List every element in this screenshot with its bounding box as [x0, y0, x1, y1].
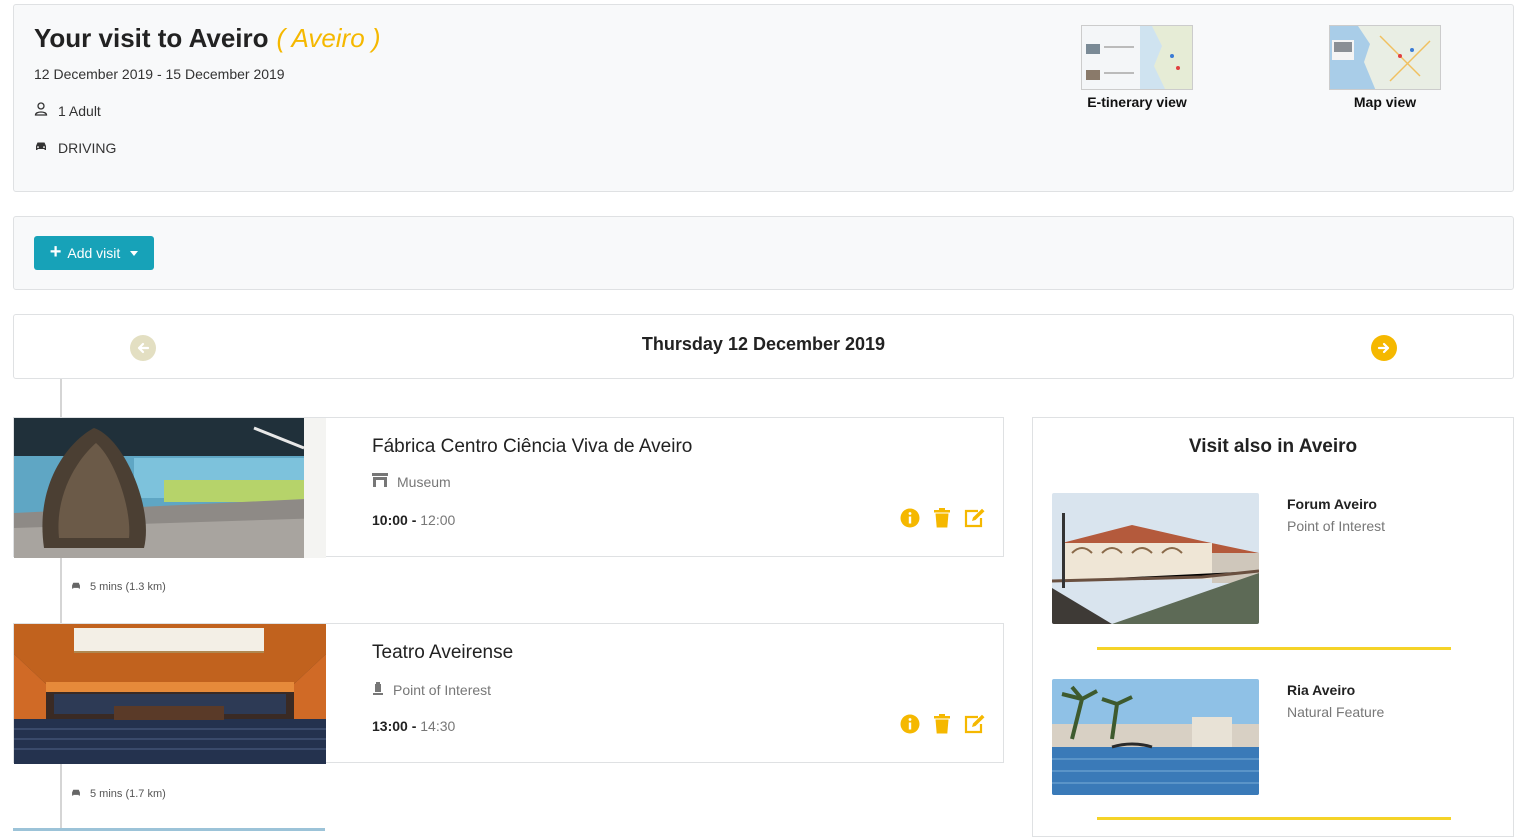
divider — [1097, 817, 1451, 820]
edit-icon[interactable] — [963, 507, 985, 529]
time-separator: - — [411, 718, 421, 734]
visit-name: Teatro Aveirense — [372, 642, 514, 663]
visit-actions — [899, 713, 985, 735]
map-thumbnail-icon — [1329, 25, 1441, 90]
visit-start-time: 10:00 — [372, 512, 408, 528]
day-title: Thursday 12 December 2019 — [641, 334, 886, 354]
plus-icon: + — [49, 241, 62, 263]
add-visit-label: Add visit — [67, 245, 121, 261]
visit-time: 10:00 - 12:00 — [372, 512, 455, 528]
info-icon[interactable] — [899, 713, 921, 735]
map-view-label: Map view — [1353, 94, 1417, 110]
suggestion-type: Natural Feature — [1287, 704, 1385, 720]
visit-start-time: 13:00 — [372, 718, 408, 734]
suggestions-panel: Visit also in Aveiro Forum Aveiro Point … — [1032, 417, 1514, 837]
visit-name: Fábrica Centro Ciência Viva de Aveiro — [372, 436, 693, 457]
edit-icon[interactable] — [963, 713, 985, 735]
point-of-interest-icon — [372, 681, 384, 698]
suggestion-photo — [1052, 679, 1259, 795]
page-title: Your visit to Aveiro( Aveiro ) — [34, 23, 381, 54]
info-icon[interactable] — [899, 507, 921, 529]
time-separator: - — [411, 512, 421, 528]
etinerary-view-link[interactable]: E-tinerary view — [1080, 25, 1194, 110]
suggestions-title: Visit also in Aveiro — [1188, 436, 1358, 457]
visit-actions — [899, 507, 985, 529]
suggestion-item[interactable]: Ria Aveiro Natural Feature — [1052, 679, 1492, 829]
etinerary-thumbnail-icon — [1081, 25, 1193, 90]
travel-info: 5 mins (1.3 km) — [70, 580, 166, 594]
visit-card[interactable]: Teatro Aveirense Point of Interest 13:00… — [13, 623, 1004, 764]
suggestion-item[interactable]: Forum Aveiro Point of Interest — [1052, 493, 1492, 643]
next-day-button[interactable] — [1371, 335, 1397, 361]
suggestion-photo — [1052, 493, 1259, 624]
visit-type-label: Point of Interest — [393, 681, 492, 698]
car-icon — [34, 139, 48, 156]
suggestion-name: Ria Aveiro — [1287, 682, 1356, 698]
car-icon — [70, 787, 82, 801]
travellers-label: 1 Adult — [58, 102, 101, 119]
trip-dates: 12 December 2019 - 15 December 2019 — [34, 66, 285, 82]
visit-photo — [14, 418, 326, 558]
day-navigator: Thursday 12 December 2019 — [13, 314, 1514, 379]
visit-end-time: 12:00 — [420, 512, 456, 528]
travel-info: 5 mins (1.7 km) — [70, 787, 166, 801]
visit-type: Museum — [372, 473, 451, 490]
toolbar: + Add visit — [13, 216, 1514, 290]
divider — [1097, 647, 1451, 650]
add-visit-button[interactable]: + Add visit — [34, 236, 154, 270]
travel-mode-label: DRIVING — [58, 139, 117, 156]
travel-duration: 5 mins (1.3 km) — [90, 581, 166, 593]
visit-type-label: Museum — [397, 473, 451, 490]
trip-city: ( Aveiro ) — [276, 23, 381, 53]
visit-card[interactable]: Fábrica Centro Ciência Viva de Aveiro Mu… — [13, 417, 1004, 558]
user-icon — [34, 102, 48, 119]
caret-down-icon — [130, 250, 139, 256]
visit-time: 13:00 - 14:30 — [372, 718, 455, 734]
museum-icon — [372, 473, 388, 490]
travellers-row: 1 Adult — [34, 102, 101, 119]
map-view-link[interactable]: Map view — [1328, 25, 1442, 110]
visit-photo — [14, 624, 326, 764]
travel-mode-row: DRIVING — [34, 139, 116, 156]
trip-header: Your visit to Aveiro( Aveiro ) 12 Decemb… — [13, 4, 1514, 192]
travel-duration: 5 mins (1.7 km) — [90, 788, 166, 800]
suggestion-name: Forum Aveiro — [1287, 496, 1377, 512]
visit-end-time: 14:30 — [420, 718, 456, 734]
suggestion-type: Point of Interest — [1287, 518, 1386, 534]
visit-type: Point of Interest — [372, 681, 491, 698]
arrow-right-icon — [1377, 342, 1390, 354]
car-icon — [70, 580, 82, 594]
trash-icon[interactable] — [931, 713, 953, 735]
trash-icon[interactable] — [931, 507, 953, 529]
etinerary-view-label: E-tinerary view — [1087, 94, 1187, 110]
trip-title-text: Your visit to Aveiro — [34, 23, 269, 53]
